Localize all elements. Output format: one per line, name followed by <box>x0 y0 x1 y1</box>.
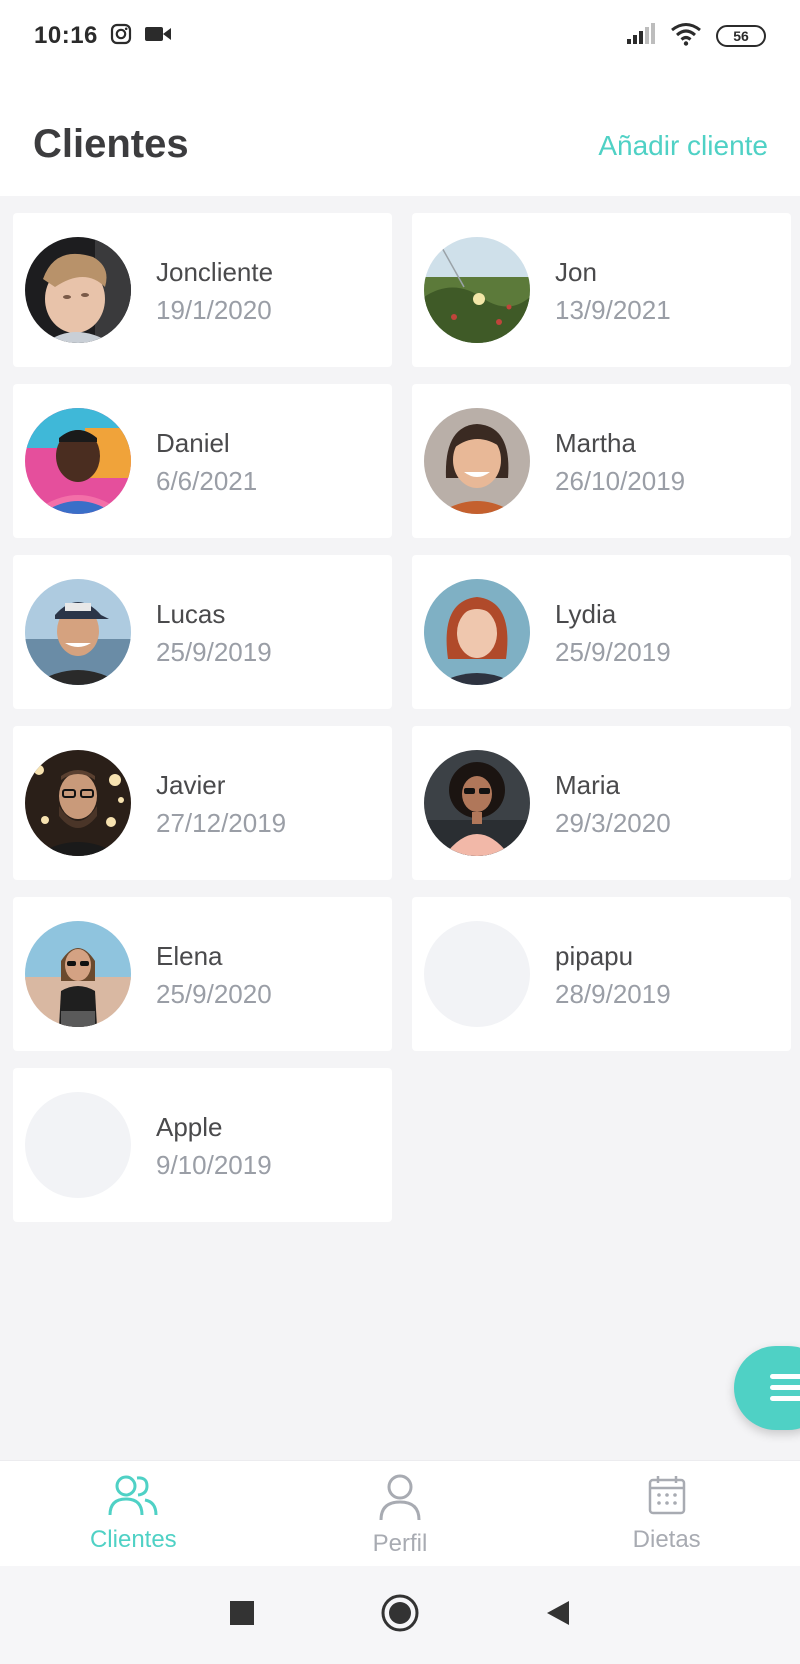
avatar-placeholder <box>424 921 530 1027</box>
avatar <box>25 579 131 685</box>
client-card[interactable]: Lucas 25/9/2019 <box>13 555 392 709</box>
client-card[interactable]: Maria 29/3/2020 <box>412 726 791 880</box>
video-camera-icon <box>144 24 172 49</box>
client-date: 19/1/2020 <box>156 295 272 325</box>
avatar <box>424 750 530 856</box>
system-nav-bar <box>0 1566 800 1664</box>
avatar <box>25 237 131 343</box>
avatar <box>424 408 530 514</box>
recent-apps-button[interactable] <box>218 1591 266 1639</box>
client-date: 9/10/2019 <box>156 1150 272 1180</box>
client-name: Elena <box>156 941 223 971</box>
client-card[interactable]: Joncliente 19/1/2020 <box>13 213 392 367</box>
client-date: 13/9/2021 <box>555 295 671 325</box>
client-date: 27/12/2019 <box>156 808 287 838</box>
tab-dietas[interactable]: Dietas <box>533 1461 800 1566</box>
instagram-icon <box>110 23 132 50</box>
client-name: pipapu <box>555 941 634 971</box>
client-name: Joncliente <box>156 257 274 287</box>
client-card[interactable]: Apple 9/10/2019 <box>13 1068 392 1222</box>
bottom-nav: Clientes Perfil Dietas <box>0 1460 800 1566</box>
home-button[interactable] <box>376 1591 424 1639</box>
client-card[interactable]: Jon 13/9/2021 <box>412 213 791 367</box>
client-date: 25/9/2019 <box>156 637 272 667</box>
status-bar: 10:16 56 <box>0 0 800 72</box>
client-name: Jon <box>555 257 597 287</box>
client-name: Maria <box>555 770 621 800</box>
client-card[interactable]: pipapu 28/9/2019 <box>412 897 791 1051</box>
client-card[interactable]: Daniel 6/6/2021 <box>13 384 392 538</box>
menu-fab-button[interactable] <box>734 1346 800 1430</box>
wifi-icon <box>670 22 702 51</box>
calendar-icon <box>647 1473 687 1522</box>
avatar <box>25 750 131 856</box>
avatar <box>424 579 530 685</box>
back-button[interactable] <box>534 1591 582 1639</box>
square-icon <box>229 1600 255 1631</box>
client-name: Martha <box>555 428 636 458</box>
user-icon <box>378 1473 422 1526</box>
avatar <box>25 921 131 1027</box>
status-time: 10:16 <box>34 22 98 49</box>
client-card[interactable]: Javier 27/12/2019 <box>13 726 392 880</box>
avatar-placeholder <box>25 1092 131 1198</box>
client-card[interactable]: Lydia 25/9/2019 <box>412 555 791 709</box>
client-date: 26/10/2019 <box>555 466 686 496</box>
screen: 10:16 56 Clientes Añadir cliente Jonclie… <box>0 0 800 1664</box>
client-date: 29/3/2020 <box>555 808 671 838</box>
avatar <box>424 237 530 343</box>
client-date: 25/9/2019 <box>555 637 671 667</box>
circle-icon <box>380 1593 420 1638</box>
signal-icon <box>626 22 656 50</box>
tab-clientes[interactable]: Clientes <box>0 1461 267 1566</box>
client-name: Lucas <box>156 599 226 629</box>
users-icon <box>107 1473 159 1522</box>
tab-label: Perfil <box>372 1530 428 1557</box>
client-date: 6/6/2021 <box>156 466 258 496</box>
tab-perfil[interactable]: Perfil <box>267 1461 534 1566</box>
add-client-button[interactable]: Añadir cliente <box>598 130 768 162</box>
header: Clientes Añadir cliente <box>0 72 800 196</box>
client-card[interactable]: Martha 26/10/2019 <box>412 384 791 538</box>
client-date: 25/9/2020 <box>156 979 272 1009</box>
battery-indicator: 56 <box>716 25 766 47</box>
client-date: 28/9/2019 <box>555 979 671 1009</box>
page-title: Clientes <box>33 122 189 166</box>
tab-label: Clientes <box>89 1526 177 1553</box>
client-name: Javier <box>156 770 226 800</box>
client-card[interactable]: Elena 25/9/2020 <box>13 897 392 1051</box>
client-name: Lydia <box>555 599 617 629</box>
client-name: Daniel <box>156 428 230 458</box>
client-name: Apple <box>156 1112 223 1142</box>
tab-label: Dietas <box>632 1526 701 1553</box>
avatar <box>25 408 131 514</box>
client-grid: Joncliente 19/1/2020 Jon 13/9/2021 Danie… <box>13 213 791 1222</box>
triangle-back-icon <box>545 1599 571 1632</box>
